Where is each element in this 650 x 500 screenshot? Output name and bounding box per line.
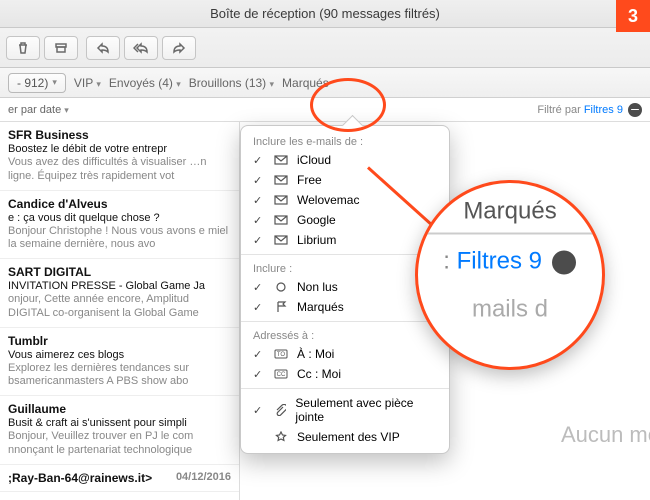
to-icon: TO (273, 349, 289, 359)
star-icon (273, 431, 289, 443)
filter-option[interactable]: ✓Marqués (241, 297, 449, 317)
forward-button[interactable] (162, 36, 196, 60)
filter-option[interactable]: ✓TOÀ : Moi (241, 344, 449, 364)
filter-option[interactable]: ✓Non lus (241, 277, 449, 297)
svg-text:TO: TO (277, 352, 286, 358)
inbox-icon (273, 195, 289, 205)
filters-popover: Inclure les e-mails de :✓iCloud✓Free✓Wel… (240, 125, 450, 454)
filter-option[interactable]: ✓Welovemac (241, 190, 449, 210)
flag-icon (273, 301, 289, 313)
filter-option[interactable]: Seulement des VIP (241, 427, 449, 447)
archive-button[interactable] (44, 36, 78, 60)
filter-toggle-icon[interactable] (628, 103, 642, 117)
popover-section: Inclure les e-mails de : (241, 132, 449, 150)
filter-option[interactable]: ✓Free (241, 170, 449, 190)
fav-drafts[interactable]: Brouillons (13) ▾ (189, 76, 274, 90)
fav-flagged[interactable]: Marqués (282, 76, 329, 90)
count-segment[interactable]: - 912)▾ (8, 73, 66, 93)
favorites-bar: - 912)▾ VIP ▾ Envoyés (4) ▾ Brouillons (… (0, 68, 650, 98)
svg-text:CC: CC (277, 372, 286, 378)
inbox-icon (273, 175, 289, 185)
annotation-step-badge: 3 (616, 0, 650, 32)
message-item[interactable]: TumblrVous aimerez ces blogsExplorez les… (0, 328, 239, 397)
reply-all-button[interactable] (124, 36, 158, 60)
window-titlebar: Boîte de réception (90 messages filtrés) (0, 0, 650, 28)
popover-section: Inclure : (241, 259, 449, 277)
no-message-label: Aucun me (561, 422, 650, 448)
reply-button[interactable] (86, 36, 120, 60)
message-item[interactable]: GuillaumeBusit & craft ai s'unissent pou… (0, 396, 239, 465)
inbox-icon (273, 235, 289, 245)
inbox-icon (273, 215, 289, 225)
fav-vip[interactable]: VIP ▾ (74, 76, 101, 90)
unread-icon (273, 282, 289, 292)
inbox-icon (273, 155, 289, 165)
message-item[interactable]: SFR BusinessBoostez le débit de votre en… (0, 122, 239, 191)
message-item[interactable]: ;Ray-Ban-64@rainews.it>04/12/2016 (0, 465, 239, 492)
message-item[interactable]: Candice d'Alveuse : ça vous dit quelque … (0, 191, 239, 260)
message-list[interactable]: SFR BusinessBoostez le débit de votre en… (0, 122, 240, 500)
filter-option[interactable]: ✓iCloud (241, 150, 449, 170)
filter-option[interactable]: ✓Librium (241, 230, 449, 250)
toolbar (0, 28, 650, 68)
cc-icon: CC (273, 369, 289, 379)
filtered-by-label: Filtré par (537, 103, 580, 115)
window-title: Boîte de réception (90 messages filtrés) (210, 6, 440, 21)
sort-label[interactable]: er par date ▾ (8, 104, 69, 116)
filter-option[interactable]: ✓Seulement avec pièce jointe (241, 393, 449, 427)
filter-option[interactable]: ✓CCCc : Moi (241, 364, 449, 384)
fav-sent[interactable]: Envoyés (4) ▾ (109, 76, 181, 90)
message-item[interactable]: SART DIGITALINVITATION PRESSE - Global G… (0, 259, 239, 328)
sort-filter-bar: er par date ▾ Filtré par Filtres 9 (0, 98, 650, 122)
attachment-icon (272, 404, 287, 416)
filters-link[interactable]: Filtres 9 (584, 103, 623, 115)
popover-section: Adressés à : (241, 326, 449, 344)
delete-button[interactable] (6, 36, 40, 60)
